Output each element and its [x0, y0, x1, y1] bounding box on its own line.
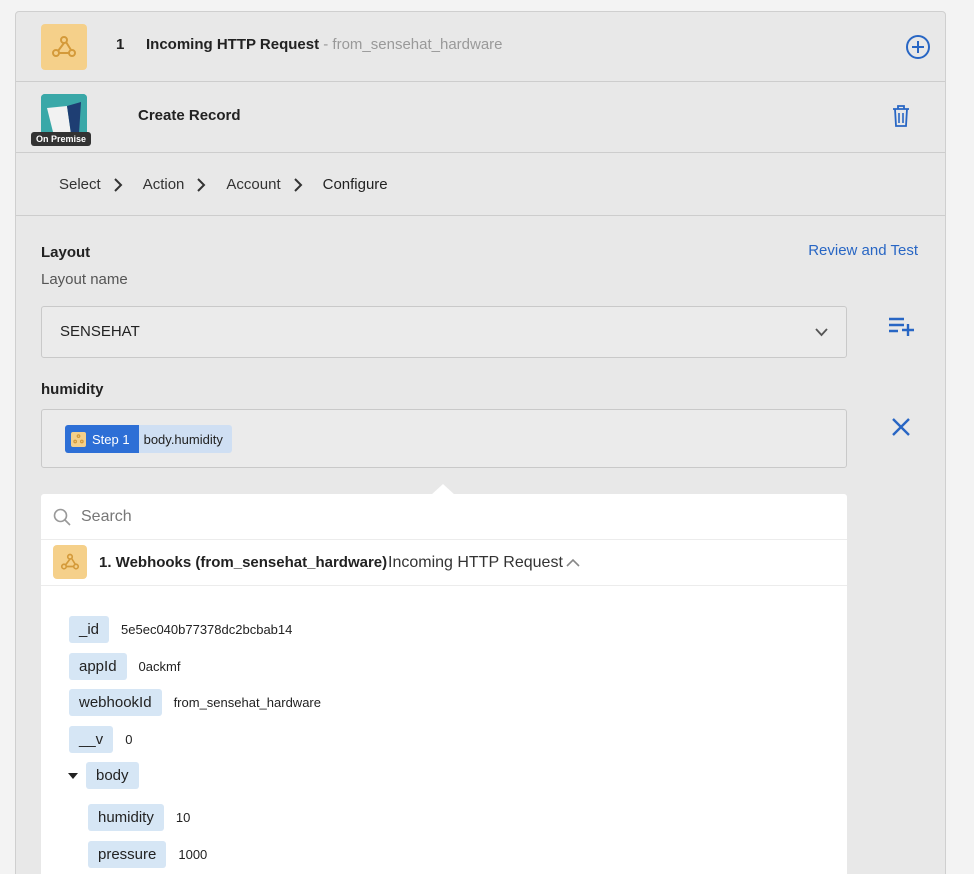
review-and-test-link[interactable]: Review and Test — [808, 242, 918, 259]
field-value: 0ackmf — [138, 659, 181, 674]
field-key[interactable]: humidity — [88, 804, 164, 831]
field-value: 10 — [175, 810, 191, 825]
search-icon — [53, 508, 71, 526]
breadcrumb-select[interactable]: Select — [59, 176, 101, 193]
webhook-icon — [53, 545, 87, 579]
tree-node-id[interactable]: _id 5e5ec040b77378dc2bcbab14 — [69, 616, 292, 643]
plus-circle-icon[interactable] — [905, 34, 931, 60]
layout-select[interactable]: SENSEHAT — [41, 306, 847, 358]
step-action-row[interactable]: On Premise Create Record — [16, 82, 945, 153]
humidity-field[interactable]: Step 1 body.humidity — [41, 409, 847, 468]
pill-step: Step 1 — [65, 425, 139, 453]
breadcrumb-row: Select Action Account Configure — [16, 153, 945, 216]
layout-hint: Layout name — [41, 271, 128, 288]
step-title: Incoming HTTP Request - from_sensehat_ha… — [146, 36, 503, 53]
layout-select-value: SENSEHAT — [60, 323, 140, 340]
breadcrumb-action[interactable]: Action — [143, 176, 185, 193]
tree-node-humidity[interactable]: humidity 10 — [88, 804, 190, 831]
chevron-up-icon[interactable] — [566, 558, 580, 568]
humidity-label: humidity — [41, 381, 104, 398]
step-trigger-row[interactable]: 1 Incoming HTTP Request - from_sensehat_… — [16, 12, 945, 82]
field-key[interactable]: pressure — [88, 841, 167, 868]
picker-search — [41, 494, 847, 540]
source-type: Incoming HTTP Request — [388, 554, 563, 571]
field-value: 1000 — [178, 847, 208, 862]
breadcrumb-account[interactable]: Account — [226, 176, 280, 193]
chevron-right-icon — [293, 177, 303, 192]
tree-node-body[interactable]: body — [66, 762, 139, 789]
tree-node-pressure[interactable]: pressure 1000 — [88, 841, 207, 868]
on-premise-badge: On Premise — [31, 132, 92, 146]
step-number: 1 — [116, 36, 125, 53]
pill-path: body.humidity — [138, 425, 232, 453]
close-icon[interactable] — [891, 417, 911, 437]
tree-node-v[interactable]: __v 0 — [69, 726, 132, 753]
field-value: from_sensehat_hardware — [173, 695, 321, 710]
webhook-icon — [41, 24, 87, 70]
field-key[interactable]: body — [86, 762, 139, 789]
action-title: Create Record — [138, 107, 241, 124]
field-value: 5e5ec040b77378dc2bcbab14 — [121, 622, 293, 637]
breadcrumb-configure: Configure — [322, 176, 388, 193]
tree-node-appid[interactable]: appId 0ackmf — [69, 653, 180, 680]
source-header[interactable]: 1. Webhooks (from_sensehat_hardware) Inc… — [41, 540, 847, 586]
chevron-right-icon — [197, 177, 206, 192]
chevron-right-icon — [113, 177, 123, 192]
caret-down-icon[interactable] — [68, 772, 78, 779]
field-key[interactable]: webhookId — [69, 689, 162, 716]
pill-step-label: Step 1 — [92, 431, 130, 447]
tree-node-webhookid[interactable]: webhookId from_sensehat_hardware — [69, 689, 321, 716]
search-input[interactable] — [81, 505, 781, 529]
source-name: 1. Webhooks (from_sensehat_hardware) — [99, 554, 388, 571]
field-key[interactable]: _id — [69, 616, 110, 643]
workflow-panel: 1 Incoming HTTP Request - from_sensehat_… — [15, 11, 946, 874]
data-picker-dropdown: 1. Webhooks (from_sensehat_hardware) Inc… — [41, 484, 847, 874]
step-title-text: Incoming HTTP Request — [146, 36, 320, 53]
layout-label: Layout — [41, 244, 91, 261]
trash-icon[interactable] — [890, 104, 912, 128]
breadcrumb: Select Action Account Configure — [59, 176, 400, 193]
playlist-add-icon[interactable] — [889, 316, 915, 336]
step-subtitle: - from_sensehat_hardware — [323, 36, 503, 53]
field-value: 0 — [125, 732, 133, 747]
mapped-value-pill[interactable]: Step 1 body.humidity — [65, 425, 232, 453]
field-key[interactable]: appId — [69, 653, 127, 680]
chevron-down-icon — [815, 328, 828, 337]
field-key[interactable]: __v — [69, 726, 114, 753]
webhook-icon — [71, 431, 86, 447]
